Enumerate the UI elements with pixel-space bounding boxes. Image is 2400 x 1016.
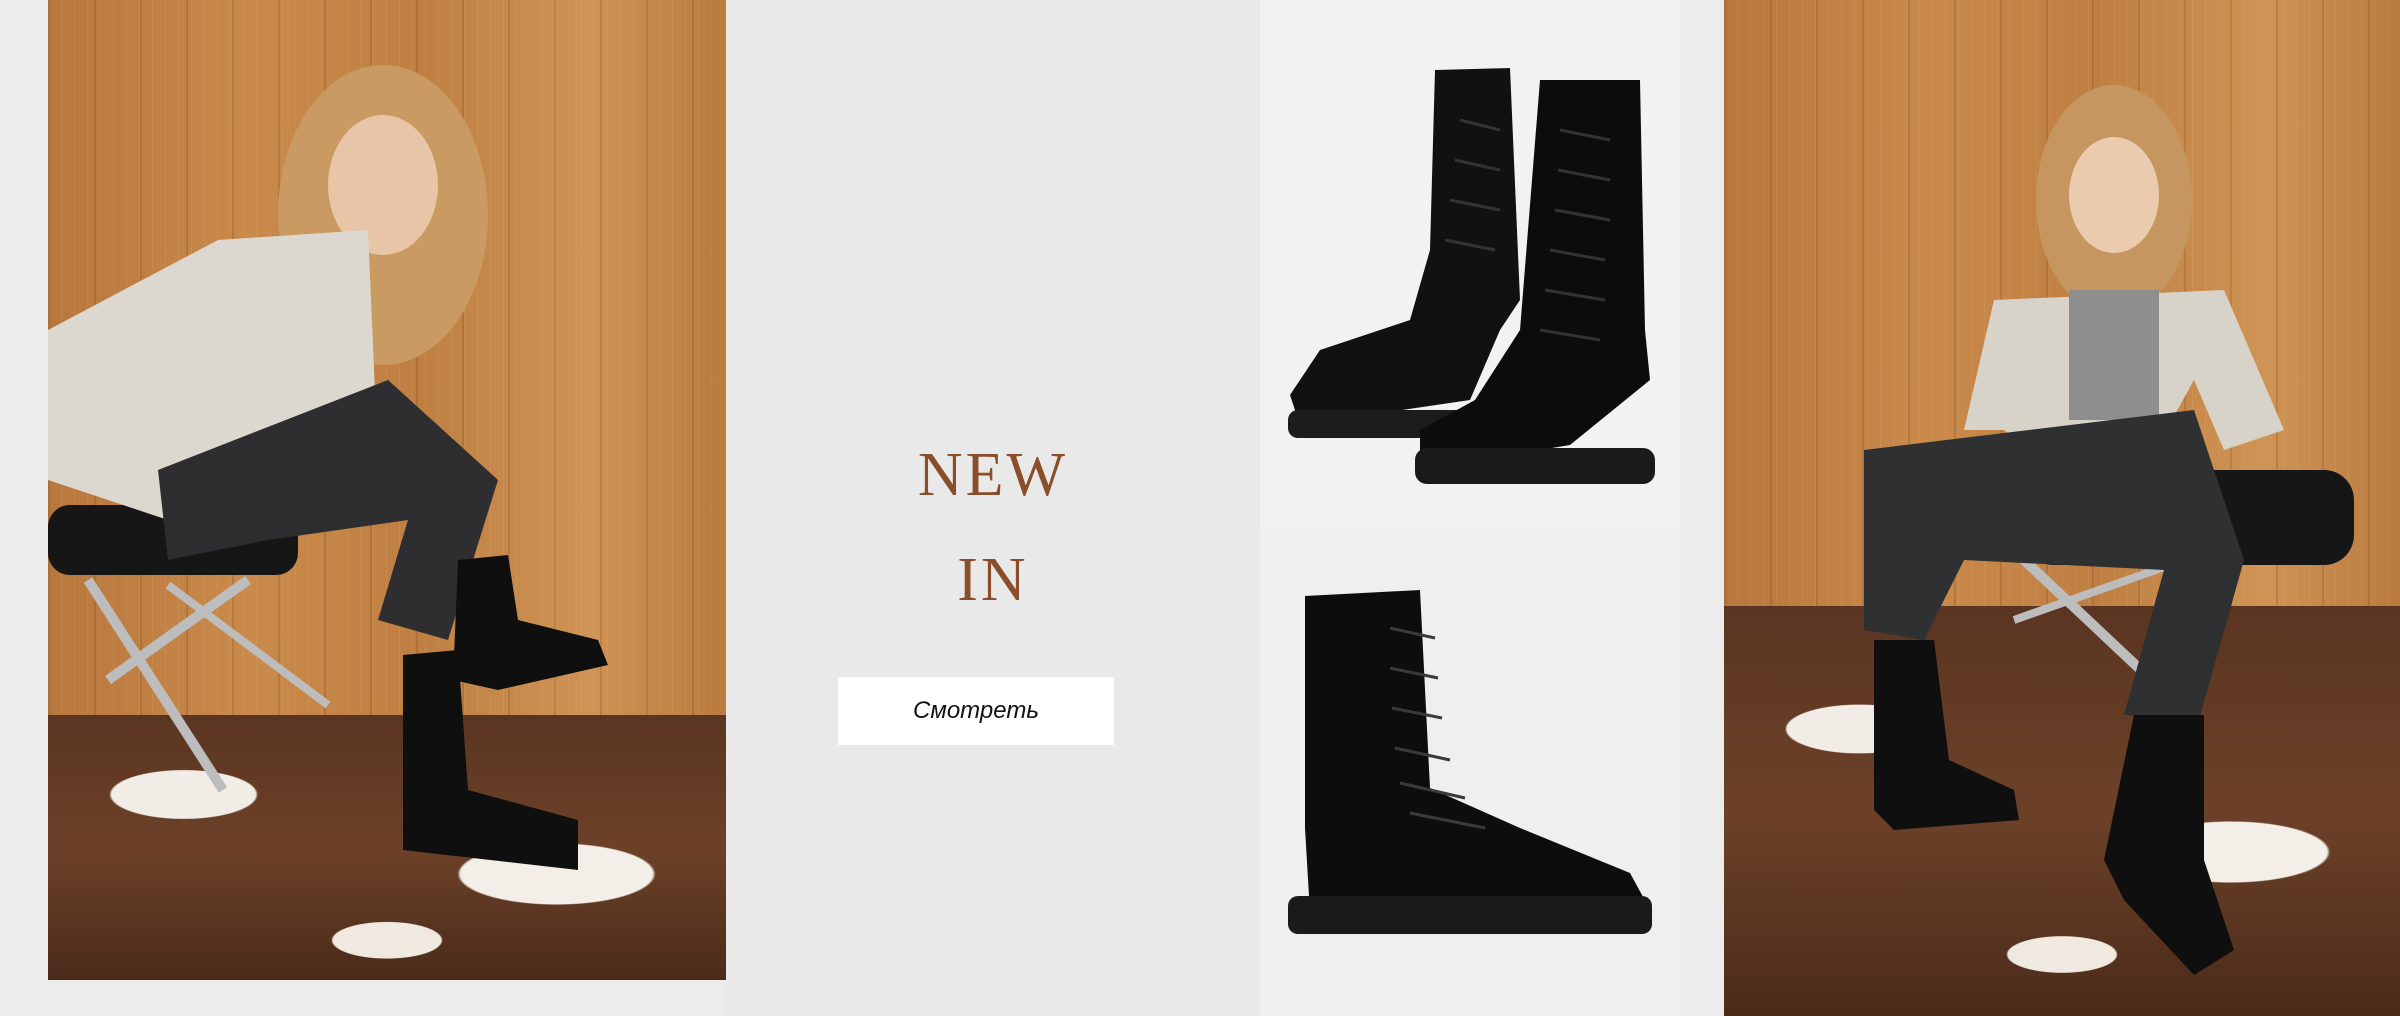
model-illustration-right [1864, 85, 2354, 975]
boots-pair-product-image[interactable] [1260, 0, 1680, 528]
boot-pair-illustration [1288, 68, 1655, 484]
promo-panel: NEW IN Смотреть [726, 0, 1260, 1016]
model-illustration [48, 65, 608, 870]
left-lifestyle-photo [48, 0, 726, 980]
single-boot-illustration [1288, 590, 1652, 934]
single-boot-product-image[interactable] [1260, 528, 1680, 1016]
right-lifestyle-photo [1724, 0, 2400, 1016]
headline-line-2: IN [957, 546, 1029, 614]
headline-line-1: NEW [917, 441, 1069, 509]
view-button[interactable]: Смотреть [838, 677, 1114, 745]
